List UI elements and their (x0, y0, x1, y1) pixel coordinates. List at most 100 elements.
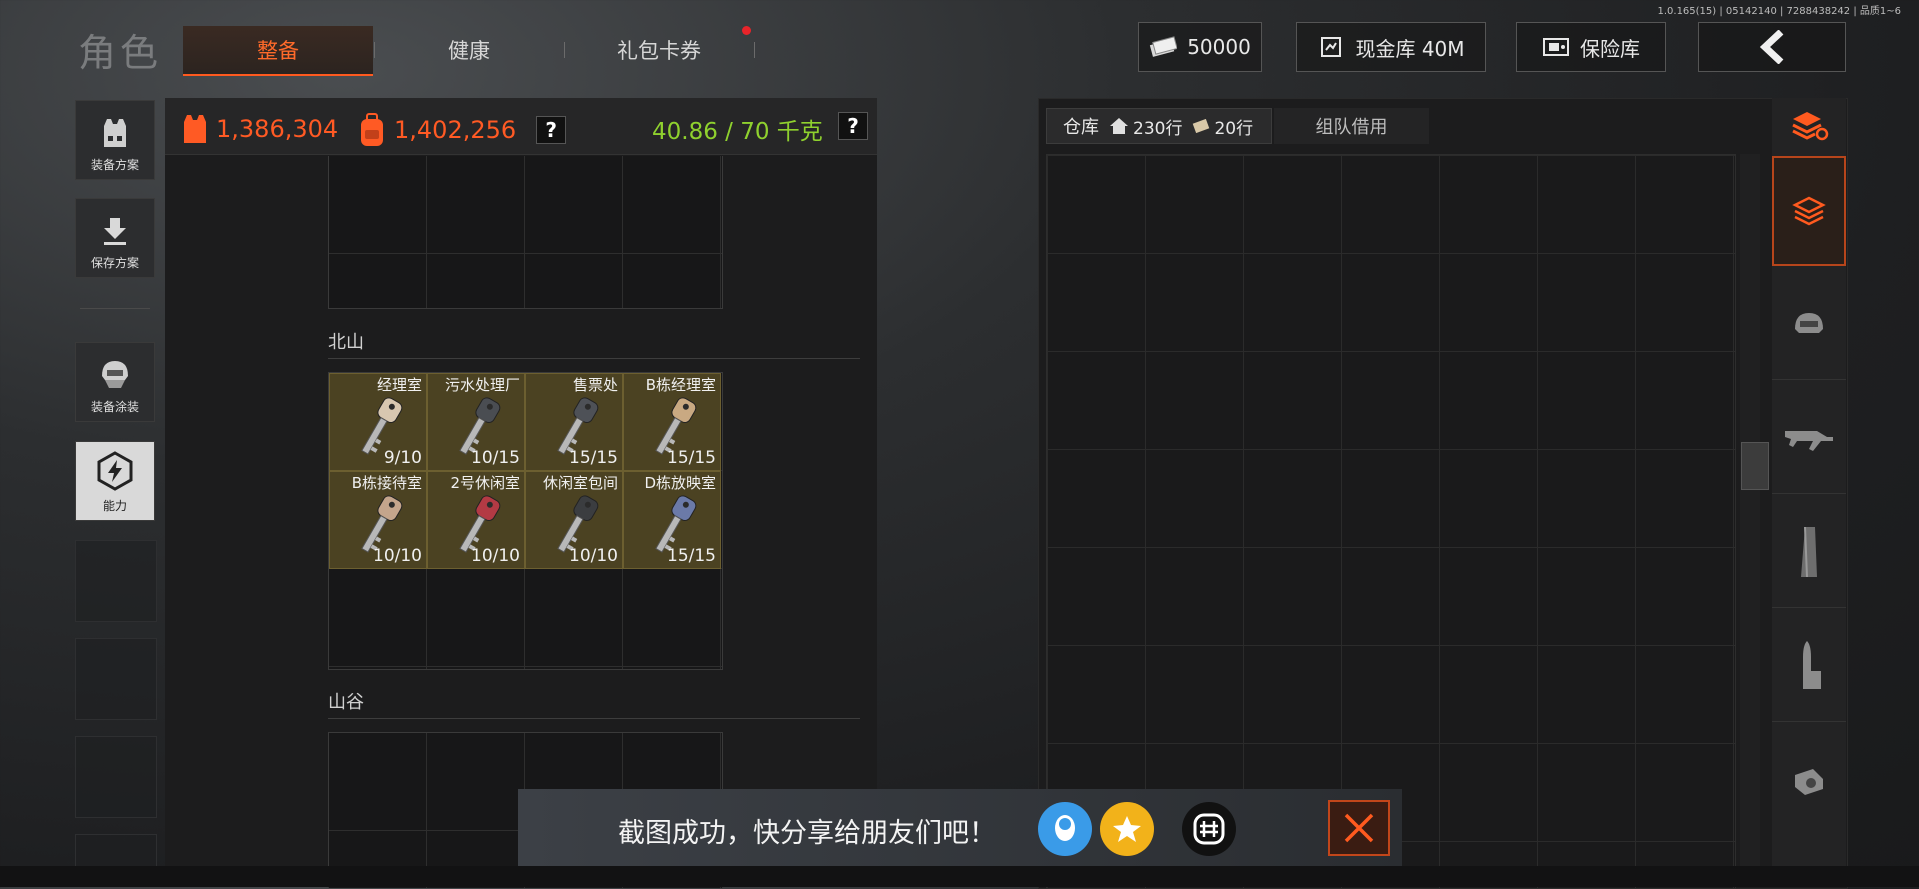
close-button[interactable] (1328, 800, 1390, 856)
key-count: 10/10 (471, 546, 520, 566)
category-attachment[interactable] (1772, 726, 1846, 836)
key-item[interactable]: 休闲室包间 10/10 (525, 471, 623, 569)
ticket-icon (1193, 119, 1210, 133)
section-title-beishan: 北山 (328, 332, 364, 353)
warehouse-label: 仓库 (1063, 117, 1099, 138)
rifle-icon (1785, 430, 1833, 451)
category-weapon[interactable] (1772, 384, 1846, 494)
key-item[interactable]: 污水处理厂 10/15 (427, 373, 525, 471)
key-name: D栋放映室 (644, 474, 716, 492)
page-title: 角色 (78, 31, 163, 75)
sidebar-equipment-plan[interactable]: 装备方案 (75, 100, 155, 180)
lightning-icon (97, 451, 133, 491)
value-a: 1,386,304 (216, 115, 339, 143)
key-count: 15/15 (667, 448, 716, 468)
vault-icon (1321, 37, 1342, 57)
sidebar-empty-slot (75, 540, 157, 622)
helmet-icon (102, 361, 128, 388)
help-icon[interactable]: ? (838, 112, 868, 140)
vest-icon (104, 119, 126, 147)
section-divider (328, 718, 860, 719)
star-icon (1113, 816, 1141, 842)
key-item[interactable]: B栋接待室 10/10 (329, 471, 427, 569)
tab-health[interactable]: 健康 (374, 26, 564, 74)
sidebar-divider (80, 308, 150, 309)
close-icon (1344, 813, 1374, 843)
notification-dot (742, 26, 751, 35)
sidebar-label: 装备涂装 (90, 400, 139, 414)
key-count: 10/15 (471, 448, 520, 468)
scope-icon (1795, 769, 1823, 795)
community-icon[interactable] (1182, 802, 1236, 856)
cash-vault-label: 现金库 40M (1355, 36, 1465, 61)
key-item[interactable]: B栋经理室 15/15 (623, 373, 721, 471)
category-magazine[interactable] (1772, 498, 1846, 608)
value-stat-b: 1,402,256 ? (356, 112, 567, 148)
currency-display[interactable]: 50000 (1138, 22, 1262, 72)
tab-gift-coupons[interactable]: 礼包卡券 (564, 26, 754, 74)
back-button[interactable] (1698, 22, 1846, 72)
category-ammo[interactable] (1772, 612, 1846, 722)
section-title-shangu: 山谷 (328, 692, 364, 713)
vest-icon (184, 115, 206, 143)
sidebar-ability[interactable]: 能力 (75, 441, 155, 521)
helmet-icon (1795, 312, 1823, 333)
backpack-icon (361, 113, 383, 146)
key-count: 9/10 (383, 448, 422, 468)
section-divider (328, 358, 860, 359)
value-stat-a: 1,386,304 (180, 112, 338, 146)
layers-refresh-icon (1792, 112, 1829, 141)
penguin-icon (1055, 815, 1075, 841)
home-icon (1110, 118, 1128, 134)
toast-message: 截图成功，快分享给朋友们吧！ (618, 818, 996, 849)
currency-amount: 50000 (1187, 35, 1251, 59)
key-count: 10/10 (569, 546, 618, 566)
sidebar-save-plan[interactable]: 保存方案 (75, 198, 155, 278)
key-name: 售票处 (572, 376, 618, 394)
tab-team-borrow[interactable]: 组队借用 (1274, 108, 1429, 144)
key-item[interactable]: 售票处 15/15 (525, 373, 623, 471)
cash-vault-button[interactable]: 现金库 40M (1296, 22, 1486, 72)
sidebar-label: 保存方案 (90, 256, 139, 270)
safe-icon (1543, 38, 1569, 56)
warehouse-scrollbar[interactable] (1740, 154, 1760, 887)
sidebar-equipment-skin[interactable]: 装备涂装 (75, 342, 155, 422)
key-name: 经理室 (376, 376, 422, 394)
safe-button[interactable]: 保险库 (1516, 22, 1666, 72)
magazine-icon (1801, 526, 1817, 577)
key-item[interactable]: D栋放映室 15/15 (623, 471, 721, 569)
sidebar-label: 能力 (102, 499, 127, 513)
scrollbar-thumb[interactable] (1741, 442, 1769, 490)
key-count: 10/10 (373, 546, 422, 566)
help-icon[interactable]: ? (536, 116, 567, 144)
sidebar-label: 装备方案 (90, 158, 139, 172)
tab-separator (754, 42, 755, 58)
qq-icon[interactable] (1038, 802, 1092, 856)
key-items: 经理室 9/10 污水处理厂 10/15 售票处 15/15 B栋经理室 15/15 B栋接待室… (329, 373, 721, 569)
category-all[interactable] (1772, 156, 1846, 266)
key-count: 15/15 (569, 448, 618, 468)
qzone-icon[interactable] (1100, 802, 1154, 856)
tab-warehouse[interactable]: 仓库 230行 20行 (1046, 108, 1272, 144)
sidebar-empty-slot (75, 638, 157, 720)
warehouse-rows-a: 230行 (1133, 118, 1183, 139)
category-helmet[interactable] (1772, 270, 1846, 380)
layers-icon (1792, 196, 1826, 226)
safe-label: 保险库 (1580, 36, 1640, 61)
warehouse-grid (1046, 154, 1736, 889)
key-name: 污水处理厂 (444, 376, 520, 394)
key-count: 15/15 (667, 546, 716, 566)
key-name: 休闲室包间 (542, 474, 618, 492)
sidebar-empty-slot (75, 736, 157, 818)
key-item[interactable]: 经理室 9/10 (329, 373, 427, 471)
share-toast: 截图成功，快分享给朋友们吧！ (518, 789, 1402, 866)
sort-button[interactable] (1772, 100, 1846, 152)
key-item[interactable]: 2号休闲室 10/10 (427, 471, 525, 569)
ammo-icon (1803, 640, 1821, 689)
tab-equipment[interactable]: 整备 (183, 26, 373, 76)
download-icon (104, 218, 126, 245)
version-text: 1.0.165(15) | 05142140 | 7288438242 | 品质… (1657, 6, 1901, 17)
weight-text: 40.86 / 70 千克 (652, 119, 823, 145)
key-name: 2号休闲室 (450, 474, 520, 492)
hash-icon (1193, 813, 1225, 845)
